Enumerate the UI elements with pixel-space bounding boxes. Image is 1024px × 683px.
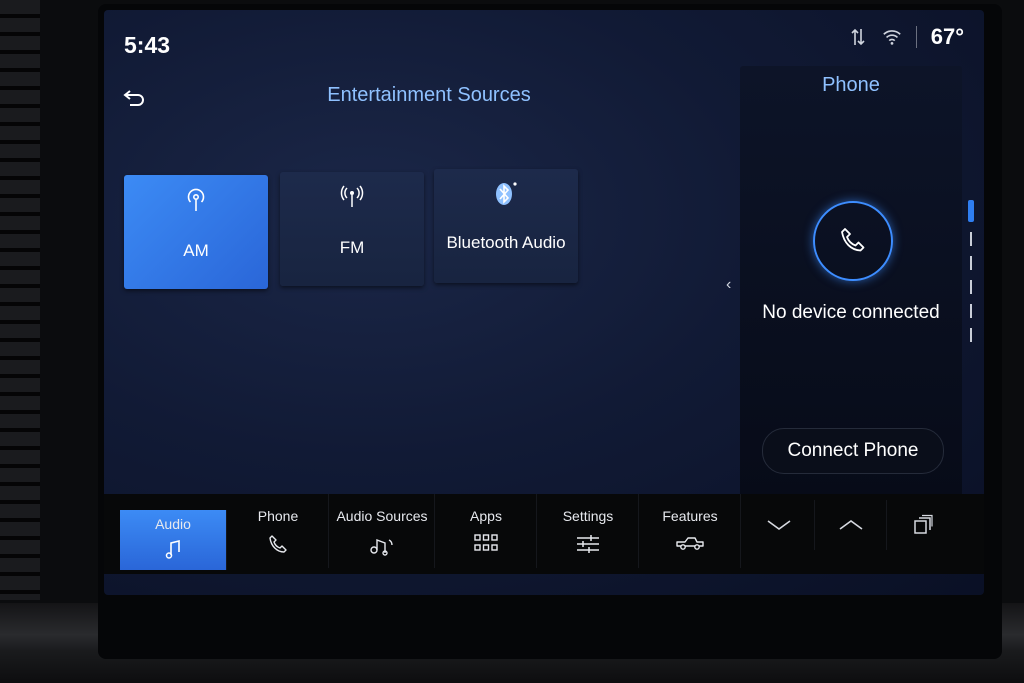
nav-features-label: Features [662, 508, 718, 524]
status-divider [915, 26, 917, 48]
page-indicator-dash [970, 232, 972, 246]
page-indicator-dash [970, 304, 972, 318]
source-tile-bluetooth[interactable]: Bluetooth Audio [434, 169, 578, 283]
back-arrow-icon [123, 90, 144, 106]
data-transfer-icon [848, 27, 868, 47]
nav-audio-sources[interactable]: Audio Sources [330, 494, 435, 568]
source-label-am: AM [183, 241, 209, 260]
phone-handset-icon [841, 228, 865, 252]
nav-audio-label: Audio [155, 516, 191, 532]
page-indicator[interactable] [968, 200, 974, 360]
nav-settings-label: Settings [562, 508, 614, 524]
status-icons: 67° [848, 24, 964, 50]
phone-icon [228, 534, 328, 556]
page-indicator-active [968, 200, 974, 222]
truck-icon [640, 534, 740, 556]
chevron-down-icon [767, 520, 791, 530]
window-switch-icon [914, 514, 933, 534]
nav-phone-label: Phone [257, 508, 299, 524]
nav-phone[interactable]: Phone [228, 494, 329, 568]
no-device-message: No device connected [762, 302, 940, 323]
air-vent [0, 0, 40, 600]
nav-apps[interactable]: Apps [436, 494, 537, 568]
page-indicator-dash [970, 328, 972, 342]
clock: 5:43 [124, 32, 171, 58]
sliders-icon [538, 534, 638, 556]
infotainment-screen: 5:43 67° Entertainment Sources AM FM Blu… [104, 10, 984, 595]
nav-features[interactable]: Features [640, 494, 741, 568]
chevron-up-icon [839, 520, 863, 530]
antenna-icon [124, 187, 268, 213]
nav-audio-sources-label: Audio Sources [336, 508, 428, 524]
phone-panel-title: Phone [822, 74, 880, 96]
scroll-up-button[interactable] [816, 500, 887, 550]
source-tile-fm[interactable]: FM [280, 172, 424, 286]
source-label-bluetooth: Bluetooth Audio [446, 233, 566, 252]
wifi-icon [882, 27, 902, 47]
nav-apps-label: Apps [470, 508, 502, 524]
nav-audio[interactable]: Audio [120, 510, 227, 570]
phone-status-ring [813, 201, 893, 281]
connect-phone-button[interactable]: Connect Phone [762, 428, 944, 474]
scroll-down-button[interactable] [744, 500, 815, 550]
audio-sources-icon [330, 534, 434, 556]
radio-signal-icon [280, 184, 424, 210]
page-title: Entertainment Sources [327, 84, 531, 106]
back-button[interactable] [122, 85, 148, 111]
bluetooth-icon [434, 181, 578, 207]
source-label-fm: FM [339, 238, 365, 257]
phone-panel: Phone No device connected Connect Phone [740, 66, 962, 498]
bottom-nav: Audio Phone Audio Sources Apps Settings [104, 494, 984, 574]
page-indicator-dash [970, 256, 972, 270]
nav-settings[interactable]: Settings [538, 494, 639, 568]
source-tile-am[interactable]: AM [124, 175, 268, 289]
music-note-icon [120, 540, 226, 562]
apps-grid-icon [436, 534, 536, 556]
outside-temperature: 67° [930, 24, 964, 49]
window-switch-button[interactable] [888, 500, 958, 550]
panel-collapse-chevron-icon[interactable]: ‹ [726, 276, 731, 294]
page-indicator-dash [970, 280, 972, 294]
